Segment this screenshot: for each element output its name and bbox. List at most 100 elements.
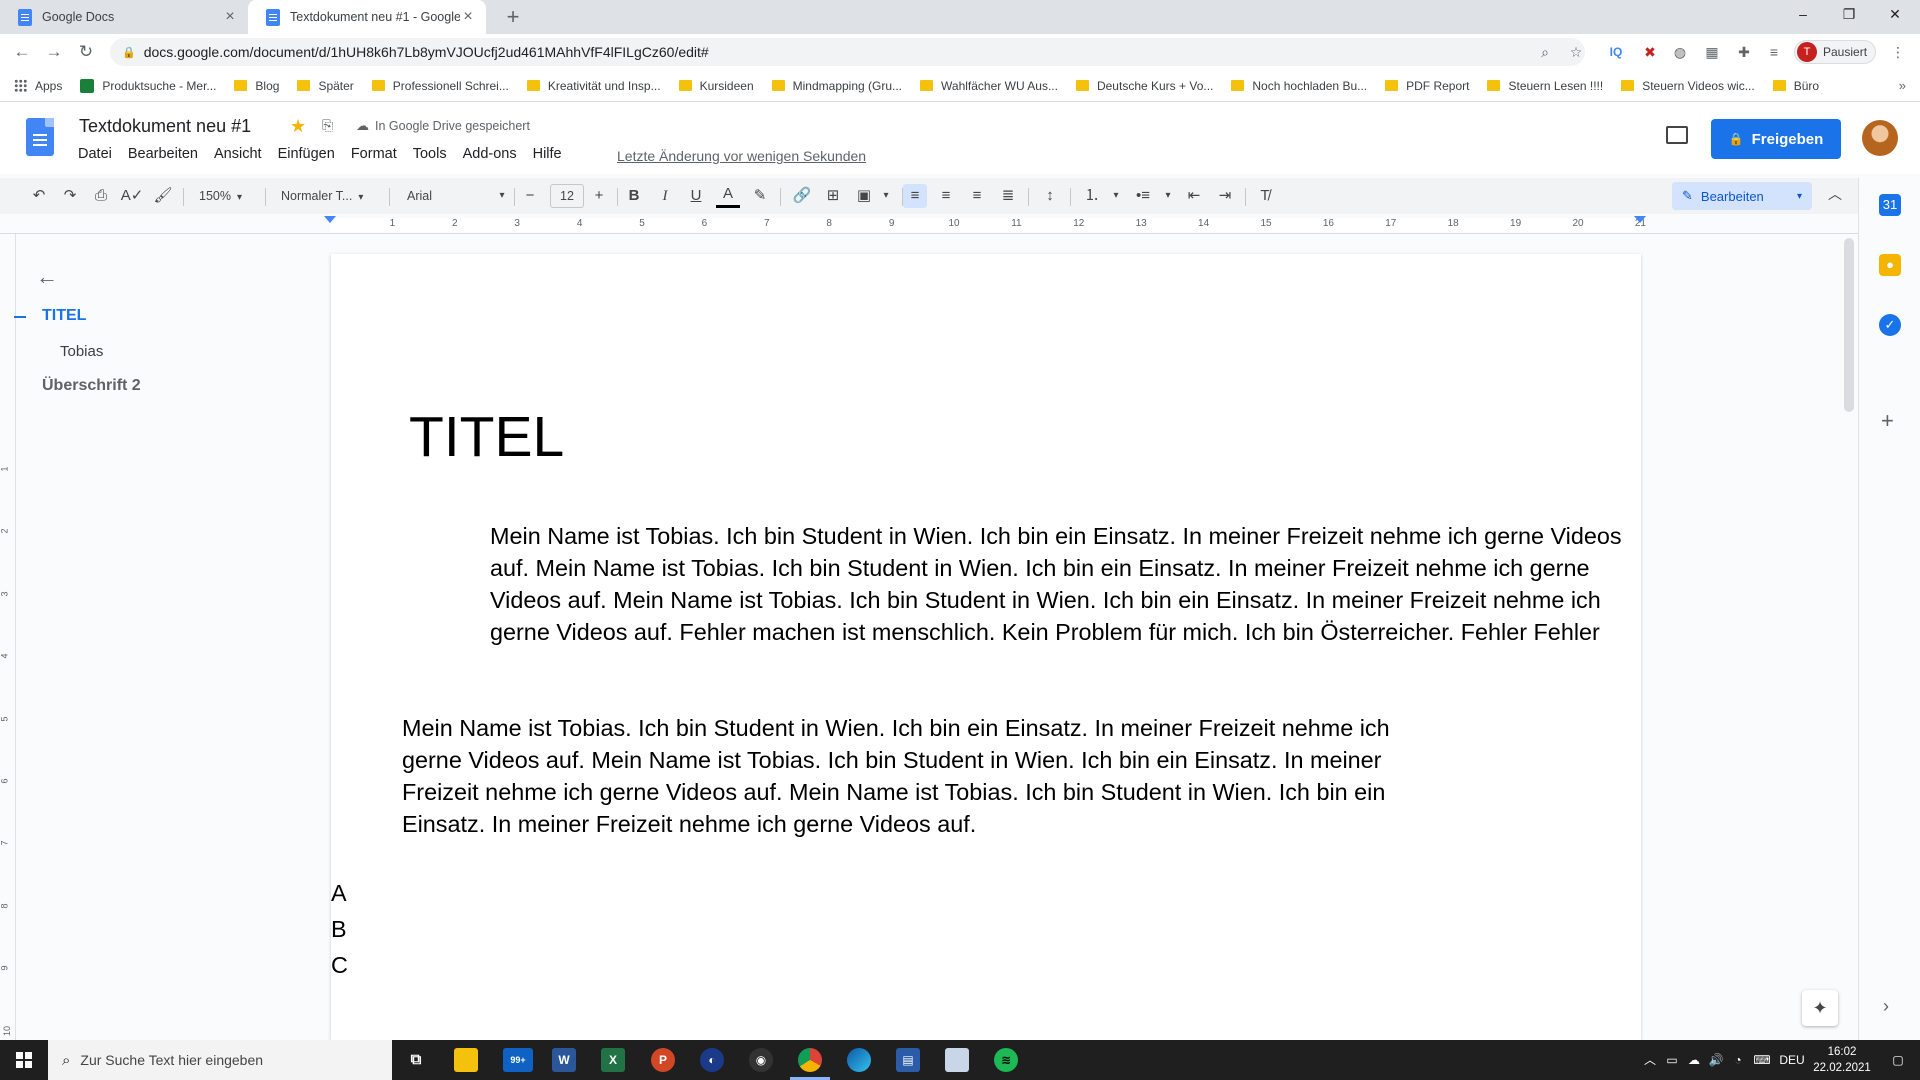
- document-page[interactable]: TITEL Mein Name ist Tobias. Ich bin Stud…: [331, 254, 1641, 1040]
- more-vert-icon[interactable]: ⋮: [1888, 42, 1908, 62]
- print-icon[interactable]: ⎙: [89, 184, 113, 208]
- network-icon[interactable]: ◔: [1728, 1040, 1748, 1080]
- paint-format-icon[interactable]: 🖌: [151, 184, 175, 208]
- avatar[interactable]: [1862, 120, 1898, 156]
- back-arrow-icon[interactable]: ←: [10, 40, 34, 64]
- address-bar[interactable]: 🔒 docs.google.com/document/d/1hUH8k6h7Lb…: [110, 38, 1585, 66]
- menu-item[interactable]: Format: [351, 146, 397, 162]
- clock[interactable]: 16:02 22.02.2021: [1810, 1044, 1874, 1076]
- keyboard-icon[interactable]: ⌨: [1750, 1040, 1774, 1080]
- bulleted-list-icon[interactable]: •≡: [1131, 184, 1155, 208]
- minimize-icon[interactable]: –: [1780, 0, 1826, 30]
- document-heading[interactable]: TITEL: [409, 404, 564, 470]
- chevron-down-icon[interactable]: ▾: [1156, 184, 1180, 208]
- menu-item[interactable]: Hilfe: [533, 146, 562, 162]
- line-spacing-icon[interactable]: ↕: [1038, 184, 1062, 208]
- bookmark-item[interactable]: Büro: [1772, 79, 1819, 93]
- extension-icon[interactable]: ◍: [1670, 42, 1690, 62]
- menu-item[interactable]: Datei: [78, 146, 112, 162]
- editing-mode-select[interactable]: ✎ Bearbeiten ▾: [1672, 182, 1812, 210]
- body-paragraph[interactable]: Mein Name ist Tobias. Ich bin Student in…: [402, 712, 1432, 840]
- increase-font-size-icon[interactable]: +: [587, 184, 611, 208]
- bookmark-item[interactable]: Kreativität und Insp...: [526, 79, 661, 93]
- bookmark-item[interactable]: Apps: [14, 79, 62, 93]
- align-right-icon[interactable]: ≡: [965, 184, 989, 208]
- spellcheck-icon[interactable]: A✓: [120, 184, 144, 208]
- taskbar-search-input[interactable]: ⌕ Zur Suche Text hier eingeben: [48, 1040, 392, 1080]
- highlight-icon[interactable]: ✎: [748, 184, 772, 208]
- docs-logo-icon[interactable]: [26, 118, 54, 156]
- vertical-scrollbar[interactable]: [1844, 238, 1854, 412]
- profile-chip[interactable]: T Pausiert: [1794, 40, 1877, 64]
- increase-indent-icon[interactable]: ⇥: [1213, 184, 1237, 208]
- bookmark-item[interactable]: Kursideen: [678, 79, 754, 93]
- menu-item[interactable]: Einfügen: [278, 146, 335, 162]
- undo-icon[interactable]: ↶: [27, 184, 51, 208]
- tasks-icon[interactable]: ✓: [1879, 314, 1901, 336]
- close-icon[interactable]: ×: [460, 8, 476, 26]
- tab-textdokument[interactable]: Textdokument neu #1 - Google D ×: [248, 0, 486, 34]
- tab-google-docs[interactable]: Google Docs ×: [0, 0, 248, 34]
- new-tab-plus-icon[interactable]: +: [500, 4, 526, 30]
- extension-icon[interactable]: ✖: [1640, 42, 1660, 62]
- left-indent-marker[interactable]: [324, 216, 336, 223]
- text-color-icon[interactable]: A: [716, 184, 740, 208]
- edge-icon[interactable]: [847, 1048, 871, 1072]
- save-status[interactable]: ☁ In Google Drive gespeichert: [356, 118, 530, 134]
- text-line-a[interactable]: A: [331, 880, 347, 907]
- app-icon[interactable]: ◐: [700, 1048, 724, 1072]
- bookmark-item[interactable]: PDF Report: [1385, 79, 1469, 93]
- forward-arrow-icon[interactable]: →: [42, 40, 66, 64]
- star-icon[interactable]: ★: [290, 116, 306, 137]
- outline-item-tobias[interactable]: Tobias: [60, 343, 103, 360]
- right-indent-marker[interactable]: [1634, 216, 1646, 223]
- outline-item-ueberschrift-2[interactable]: Überschrift 2: [42, 377, 141, 395]
- more-bookmarks-icon[interactable]: »: [1899, 78, 1906, 93]
- text-line-b[interactable]: B: [331, 916, 347, 943]
- tray-cloud-icon[interactable]: ☁: [1684, 1040, 1704, 1080]
- chevron-down-icon[interactable]: ▾: [490, 184, 514, 208]
- move-folder-icon[interactable]: ⎘: [322, 117, 333, 134]
- horizontal-ruler[interactable]: 1 2 3 4 5 6 7 8 9 10 11 12 13 14 15 16 17 18 19 20 21: [0, 214, 1858, 234]
- bookmark-item[interactable]: Professionell Schrei...: [371, 79, 509, 93]
- restore-icon[interactable]: ❐: [1826, 0, 1872, 30]
- align-justify-icon[interactable]: ≣: [996, 184, 1020, 208]
- align-center-icon[interactable]: ≡: [934, 184, 958, 208]
- powerpoint-icon[interactable]: P: [651, 1048, 675, 1072]
- zoom-select[interactable]: 150%: [199, 184, 259, 208]
- redo-icon[interactable]: ↷: [58, 184, 82, 208]
- app-icon[interactable]: ▤: [896, 1048, 920, 1072]
- comment-history-icon[interactable]: [1666, 126, 1688, 144]
- add-addon-plus-icon[interactable]: +: [1881, 408, 1894, 434]
- spotify-icon[interactable]: ≋: [994, 1048, 1018, 1072]
- windows-start-icon[interactable]: [16, 1052, 32, 1068]
- close-outline-arrow-icon[interactable]: ←: [36, 264, 58, 290]
- language-indicator[interactable]: DEU: [1776, 1040, 1808, 1080]
- keep-icon[interactable]: ●: [1879, 254, 1901, 276]
- outline-item-titel[interactable]: TITEL: [42, 307, 86, 325]
- tray-device-icon[interactable]: ▭: [1662, 1040, 1682, 1080]
- word-icon[interactable]: W: [552, 1048, 576, 1072]
- bookmark-item[interactable]: Noch hochladen Bu...: [1231, 79, 1367, 93]
- menu-item[interactable]: Bearbeiten: [128, 146, 198, 162]
- task-view-icon[interactable]: ⧉: [404, 1048, 428, 1072]
- add-comment-icon[interactable]: ⊞: [821, 184, 845, 208]
- clear-formatting-icon[interactable]: T̸: [1253, 184, 1277, 208]
- bookmark-star-icon[interactable]: ☆: [1566, 42, 1586, 62]
- document-title[interactable]: Textdokument neu #1: [79, 116, 251, 137]
- bookmark-item[interactable]: Später: [297, 79, 354, 93]
- chevron-down-icon[interactable]: ▾: [1104, 184, 1128, 208]
- bookmark-item[interactable]: Blog: [234, 79, 279, 93]
- numbered-list-icon[interactable]: ⒈: [1080, 184, 1104, 208]
- collapse-menus-icon[interactable]: ︿: [1828, 184, 1842, 204]
- close-icon[interactable]: ×: [222, 8, 238, 26]
- puzzle-icon[interactable]: ✚: [1734, 42, 1754, 62]
- bookmark-item[interactable]: Steuern Lesen !!!!: [1487, 79, 1603, 93]
- link-icon[interactable]: 🔗: [790, 184, 814, 208]
- bold-icon[interactable]: B: [622, 184, 646, 208]
- insert-image-icon[interactable]: ▣: [852, 184, 876, 208]
- explore-icon[interactable]: ✦: [1802, 990, 1838, 1026]
- decrease-indent-icon[interactable]: ⇤: [1182, 184, 1206, 208]
- bookmark-item[interactable]: Produktsuche - Mer...: [80, 78, 216, 93]
- chrome-icon[interactable]: [798, 1048, 822, 1072]
